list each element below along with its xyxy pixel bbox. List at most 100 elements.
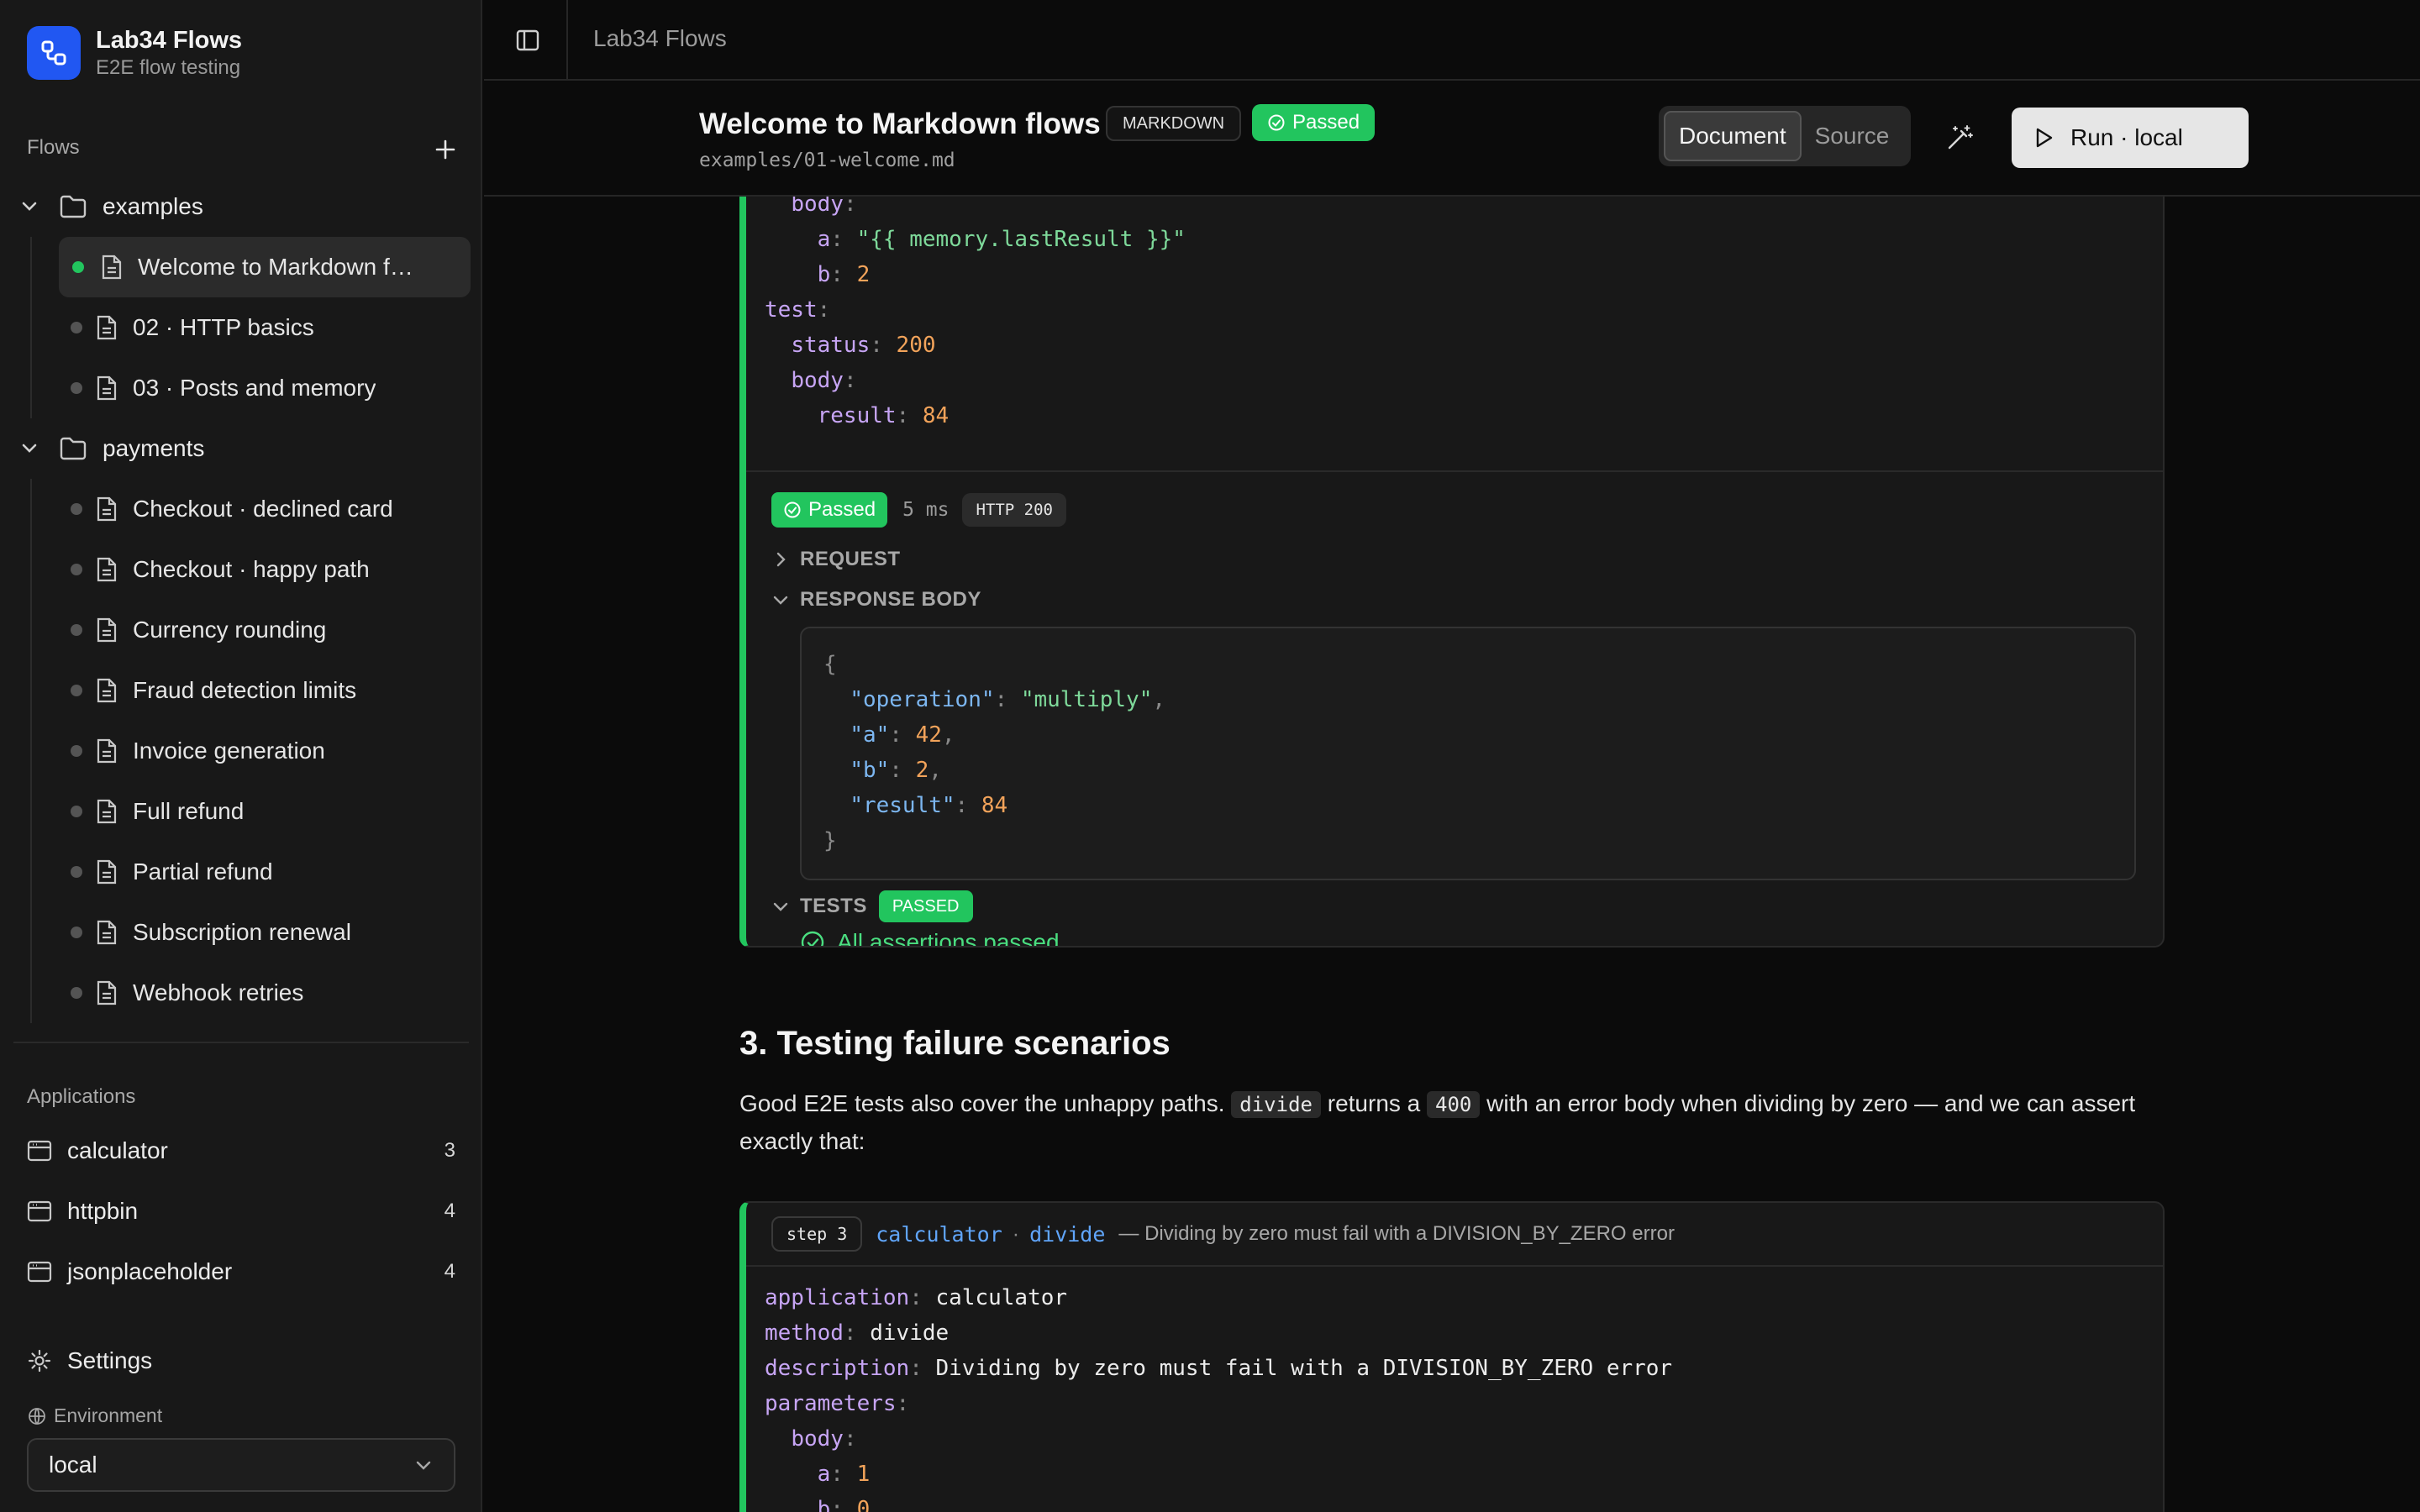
step-block-3: step 3 calculator · divide — Dividing by… xyxy=(739,1201,2165,1512)
add-flow-button[interactable] xyxy=(430,134,460,165)
page-title: Welcome to Markdown flows xyxy=(699,108,1101,140)
environment-select[interactable]: local xyxy=(27,1438,455,1492)
response-body-label: RESPONSE BODY xyxy=(800,588,981,611)
code-line: application: calculator xyxy=(765,1280,1672,1315)
request-section-toggle[interactable]: REQUEST xyxy=(771,548,901,571)
status-dot xyxy=(71,503,82,515)
flow-item[interactable]: Full refund xyxy=(57,781,471,842)
assertion-text: All assertions passed xyxy=(837,929,1060,948)
yaml-separator: : xyxy=(830,227,857,252)
application-count: 4 xyxy=(444,1200,455,1222)
flow-item-http-basics[interactable]: 02 · HTTP basics xyxy=(57,297,471,358)
json-separator: : xyxy=(994,687,1021,712)
brand[interactable]: Lab34 Flows E2E flow testing xyxy=(27,25,242,81)
yaml-separator: : xyxy=(830,1497,857,1512)
request-label: REQUEST xyxy=(800,548,901,570)
flow-item[interactable]: Checkout · declined card xyxy=(57,479,471,539)
code-line: a: "{{ memory.lastResult }}" xyxy=(765,222,1186,257)
run-button[interactable]: Run · local xyxy=(2012,108,2249,168)
flow-item[interactable]: Checkout · happy path xyxy=(57,539,471,600)
yaml-value: 200 xyxy=(896,333,936,358)
separator-dot: · xyxy=(1012,1221,1020,1246)
folder-icon xyxy=(60,437,87,460)
response-body-toggle[interactable]: RESPONSE BODY xyxy=(771,588,981,612)
application-label: jsonplaceholder xyxy=(67,1258,233,1284)
yaml-separator: : xyxy=(830,1462,857,1487)
tab-document[interactable]: Document xyxy=(1664,111,1802,161)
document-icon xyxy=(97,980,117,1005)
magic-wand-icon xyxy=(1948,125,1973,150)
flow-item-label: Webhook retries xyxy=(133,979,304,1005)
application-count: 4 xyxy=(444,1260,455,1283)
step-yaml: body: a: "{{ memory.lastResult }}" b: 2t… xyxy=(765,197,1186,433)
json-key: "b" xyxy=(850,758,890,783)
flow-item[interactable]: Currency rounding xyxy=(57,600,471,660)
status-dot xyxy=(71,322,82,333)
flow-item[interactable]: Webhook retries xyxy=(57,963,471,1023)
flow-item-posts-memory[interactable]: 03 · Posts and memory xyxy=(57,358,471,418)
flow-item[interactable]: Invoice generation xyxy=(57,721,471,781)
gear-icon xyxy=(28,1349,51,1373)
chevron-right-icon xyxy=(776,552,786,567)
code-line: method: divide xyxy=(765,1315,1672,1351)
yaml-key: a xyxy=(817,227,831,252)
flow-item-label: Subscription renewal xyxy=(133,919,351,945)
flow-item[interactable]: Partial refund xyxy=(57,842,471,902)
code-line: "operation": "multiply", xyxy=(823,682,2112,717)
application-item-jsonplaceholder[interactable]: jsonplaceholder 4 xyxy=(27,1255,455,1289)
yaml-separator: : xyxy=(843,368,857,393)
top-bar-divider xyxy=(566,0,568,81)
yaml-key: b xyxy=(817,262,831,287)
status-dot xyxy=(71,927,82,938)
assertion-result: All assertions passed xyxy=(800,929,1060,948)
step-method-link[interactable]: divide xyxy=(1029,1222,1105,1247)
json-key: "result" xyxy=(850,793,955,818)
folder-payments[interactable]: payments xyxy=(0,418,482,479)
application-count: 3 xyxy=(444,1139,455,1162)
yaml-separator: : xyxy=(870,333,897,358)
yaml-separator: : xyxy=(830,262,857,287)
flow-item[interactable]: Fraud detection limits xyxy=(57,660,471,721)
brand-subtitle: E2E flow testing xyxy=(96,56,241,79)
status-dot xyxy=(71,685,82,696)
inline-code: 400 xyxy=(1427,1091,1481,1118)
json-value: 2 xyxy=(915,758,929,783)
step-application-link[interactable]: calculator xyxy=(876,1222,1002,1247)
magic-wand-button[interactable] xyxy=(1943,121,1976,155)
application-item-calculator[interactable]: calculator 3 xyxy=(27,1134,455,1168)
chevron-down-icon xyxy=(18,438,40,459)
status-dot xyxy=(71,624,82,636)
sidebar: Lab34 Flows E2E flow testing Flows examp… xyxy=(0,0,482,1512)
format-badge: MARKDOWN xyxy=(1106,106,1242,141)
application-item-httpbin[interactable]: httpbin 4 xyxy=(27,1194,455,1228)
yaml-key: parameters xyxy=(765,1391,897,1416)
yaml-value: 0 xyxy=(856,1497,871,1512)
json-separator: : xyxy=(889,758,916,783)
code-line: { xyxy=(823,647,2112,682)
settings-link[interactable]: Settings xyxy=(27,1347,152,1374)
chevron-down-icon xyxy=(18,196,40,218)
yaml-value: 1 xyxy=(856,1462,871,1487)
tests-section-toggle[interactable]: TESTS PASSED xyxy=(771,890,973,922)
json-value: 84 xyxy=(981,793,1008,818)
globe-icon xyxy=(29,1407,45,1425)
yaml-key: body xyxy=(791,368,844,393)
toggle-sidebar-button[interactable] xyxy=(511,24,544,57)
document-icon xyxy=(97,859,117,885)
document-icon xyxy=(97,678,117,703)
yaml-key: description xyxy=(765,1356,910,1381)
yaml-key: body xyxy=(791,1426,844,1452)
folder-examples[interactable]: examples xyxy=(0,176,482,237)
flow-item[interactable]: Subscription renewal xyxy=(57,902,471,963)
result-status-badge: Passed xyxy=(771,492,888,528)
code-line: test: xyxy=(765,292,1186,328)
flow-item-label: Partial refund xyxy=(133,858,273,885)
sidebar-toggle-icon xyxy=(516,29,539,51)
tab-source[interactable]: Source xyxy=(1802,111,1903,161)
flow-item-welcome[interactable]: Welcome to Markdown f… xyxy=(59,237,471,297)
